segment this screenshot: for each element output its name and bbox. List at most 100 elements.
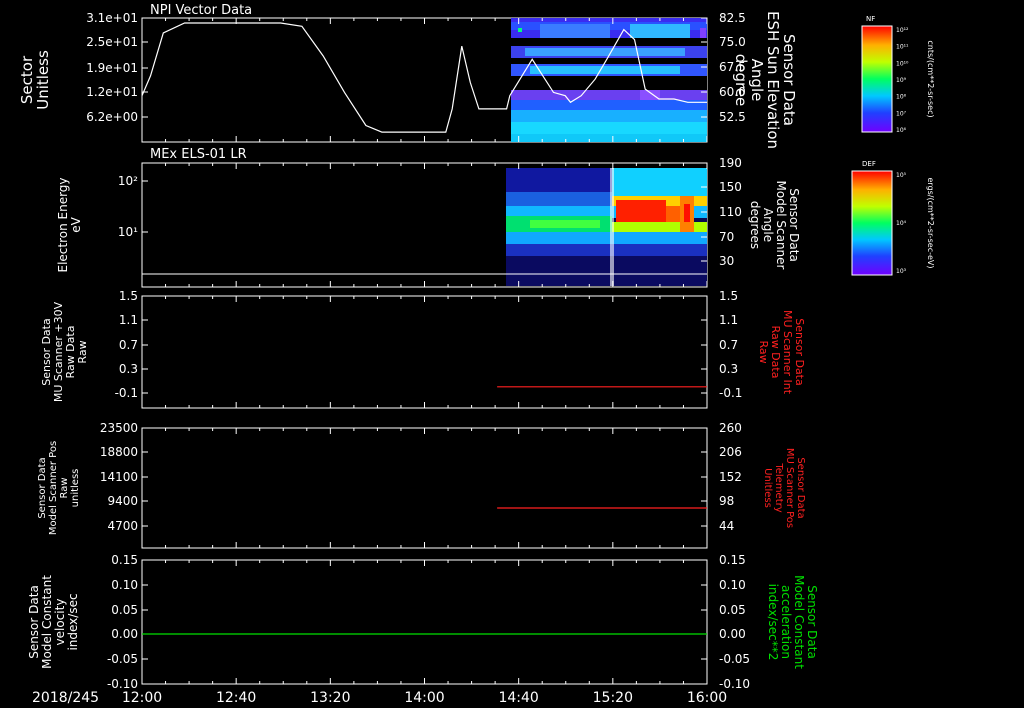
y-tick-label: 6.2e+00 <box>86 110 138 124</box>
colorbar-def-tick: 10⁴ <box>896 220 907 227</box>
y-tick-label: 23500 <box>100 421 138 435</box>
y-right-tick-label: 0.10 <box>719 578 746 592</box>
right-axis-label-line: degrees <box>748 201 762 249</box>
right-axis-label-line: MU Scanner Pos <box>784 448 795 528</box>
left-axis-label-line: unitless <box>70 469 81 508</box>
colorbar-def-units: ergs/(cm**2-sr-sec-eV) <box>926 177 935 268</box>
y-right-tick-label: 75.0 <box>719 35 746 49</box>
y-tick-label: 1.9e+01 <box>86 61 138 75</box>
right-axis-label-line: degree <box>732 54 750 107</box>
y-right-tick-label: 206 <box>719 445 742 459</box>
colorbar-nf: NF <box>861 15 893 133</box>
x-tick-label: 13:20 <box>310 690 350 706</box>
y-right-tick-label: 0.00 <box>719 627 746 641</box>
colorbar-def-tag: DEF <box>862 160 876 168</box>
y-tick-label: 0.10 <box>111 578 138 592</box>
y-right-tick-label: -0.10 <box>719 677 750 691</box>
colorbar-nf-tick: 10⁷ <box>896 110 907 117</box>
y-right-tick-label: 0.05 <box>719 603 746 617</box>
y-right-tick-label: 52.5 <box>719 110 746 124</box>
panel-4-frame <box>141 427 708 549</box>
left-axis-label: Electron EnergyeV <box>56 177 83 272</box>
right-axis-label-line: acceleration <box>779 585 793 659</box>
els-spectrogram <box>506 168 707 286</box>
y-right-tick-label: 82.5 <box>719 11 746 25</box>
y-right-tick-label: 98 <box>719 494 734 508</box>
left-axis-label: Sensor DataMU Scanner +30VRaw DataRaw <box>40 301 89 402</box>
right-axis-label-line: Sensor Data <box>795 457 806 518</box>
y-right-tick-label: 0.15 <box>719 553 746 567</box>
y-tick-label: 0.05 <box>111 603 138 617</box>
y-tick-label: -0.1 <box>115 386 138 400</box>
panel-5-frame <box>141 559 708 685</box>
y-right-tick-label: 1.1 <box>719 313 738 327</box>
panel-3-frame <box>141 295 708 409</box>
y-right-tick-label: 70 <box>719 230 734 244</box>
right-axis-label-line: Model Constant <box>792 575 806 669</box>
right-axis-label: Sensor DataMU Scanner PosTelemetryUnitle… <box>762 448 806 528</box>
colorbar-def: DEF <box>851 160 893 276</box>
y-tick-label: 1.1 <box>119 313 138 327</box>
right-axis-label-line: Telemetry <box>773 462 784 512</box>
y-tick-label: -0.05 <box>107 652 138 666</box>
y-right-tick-label: 30 <box>719 254 734 268</box>
x-tick-label: 12:00 <box>122 690 162 706</box>
y-tick-label: 10¹ <box>118 225 138 239</box>
y-tick-label: 0.00 <box>111 627 138 641</box>
left-axis-label: Sensor DataModel Constantvelocityindex/s… <box>27 575 80 669</box>
y-right-tick-label: 152 <box>719 470 742 484</box>
y-tick-label: 1.2e+01 <box>86 85 138 99</box>
y-right-tick-label: -0.05 <box>719 652 750 666</box>
right-axis-label-line: Raw <box>757 340 770 363</box>
right-axis-label-line: Angle <box>761 208 775 242</box>
right-axis-label: Sensor DataModel ScannerAngledegrees <box>748 181 801 270</box>
date-label: 2018/245 <box>32 690 99 706</box>
left-axis-label-line: index/sec <box>66 593 80 650</box>
y-tick-label: 4700 <box>107 519 138 533</box>
y-tick-label: 14100 <box>100 470 138 484</box>
right-axis-label: Sensor DataModel Constantaccelerationind… <box>766 575 819 669</box>
panel-1-title: NPI Vector Data <box>150 3 252 18</box>
left-axis-label-line: Electron Energy <box>56 177 70 272</box>
left-axis-label-line: Raw <box>59 477 70 498</box>
y-right-tick-label: 0.3 <box>719 362 738 376</box>
y-tick-label: 9400 <box>107 494 138 508</box>
left-axis-label: Sensor DataModel Scanner PosRawunitless <box>37 441 81 535</box>
y-tick-label: 0.3 <box>119 362 138 376</box>
colorbar-def-tick: 10³ <box>896 268 907 275</box>
y-right-tick-label: 150 <box>719 180 742 194</box>
colorbar-nf-tick: 10¹¹ <box>896 44 909 51</box>
left-axis-label-line: velocity <box>53 599 67 646</box>
y-tick-label: 18800 <box>100 445 138 459</box>
y-tick-label: 0.7 <box>119 338 138 352</box>
right-axis-label-line: Sensor Data <box>805 585 819 659</box>
x-tick-label: 14:40 <box>498 690 538 706</box>
colorbar-def-tick: 10⁵ <box>896 172 907 179</box>
y-right-tick-label: 260 <box>719 421 742 435</box>
colorbar-nf-tag: NF <box>866 15 875 23</box>
right-axis-label: Sensor DataMU Scanner IntRaw DataRaw <box>757 310 806 395</box>
colorbar-nf-tick: 10⁹ <box>896 77 907 84</box>
y-right-tick-label: 1.5 <box>719 289 738 303</box>
right-axis-label: Sensor DataESH Sun ElevationAngledegree <box>732 11 798 149</box>
colorbar-nf-units: cnts/(cm**2-sr-sec) <box>926 40 935 117</box>
multi-panel-plot: 12:00 12:40 13:20 14:00 14:40 15:20 16:00 3.1e+… <box>18 3 935 706</box>
left-axis-label-line: Raw <box>76 340 89 363</box>
x-tick-label: 15:20 <box>593 690 633 706</box>
right-axis-label-line: Sensor Data <box>787 188 801 262</box>
left-axis-label-line: Sensor Data <box>37 457 48 518</box>
y-tick-label: -0.10 <box>107 677 138 691</box>
left-axis-label-line: Sensor Data <box>27 585 41 659</box>
colorbar-nf-tick: 10⁶ <box>896 127 907 134</box>
y-tick-label: 1.5 <box>119 289 138 303</box>
y-right-tick-label: -0.1 <box>719 386 742 400</box>
x-tick-label: 16:00 <box>687 690 727 706</box>
left-axis-label-line: Model Constant <box>40 575 54 669</box>
right-axis-label-line: index/sec**2 <box>766 584 780 661</box>
y-tick-label: 10² <box>118 174 138 188</box>
y-tick-label: 0.15 <box>111 553 138 567</box>
y-right-tick-label: 44 <box>719 519 734 533</box>
x-tick-label: 12:40 <box>216 690 256 706</box>
left-axis-label-line: Model Scanner Pos <box>48 441 59 535</box>
y-right-tick-label: 0.7 <box>719 338 738 352</box>
